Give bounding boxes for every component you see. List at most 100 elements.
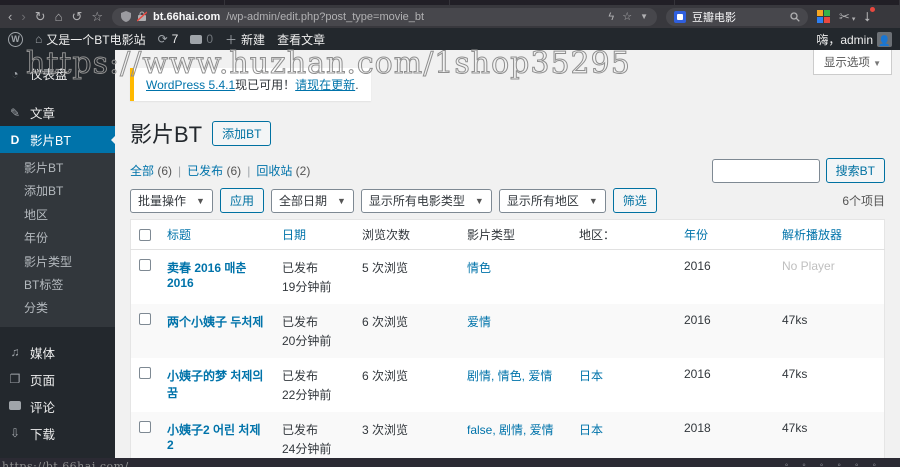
row-checkbox[interactable] <box>139 421 151 433</box>
filter-button[interactable]: 筛选 <box>612 188 657 213</box>
movie-types-links[interactable]: 情色 <box>467 261 491 275</box>
douban-favicon <box>674 10 687 23</box>
screenshot-scissors-icon[interactable]: ✂ ▾ <box>839 10 855 23</box>
sidebar-item-pages[interactable]: ❐ 页面 <box>0 366 115 393</box>
tab-fragment[interactable] <box>675 0 900 5</box>
sidebar-label: 文章 <box>30 107 56 121</box>
row-checkbox[interactable] <box>139 367 151 379</box>
new-content-menu[interactable]: ＋新建 <box>225 31 265 48</box>
browser-tabstrip <box>0 0 900 5</box>
insecure-lock-icon[interactable] <box>137 11 148 22</box>
add-new-button[interactable]: 添加BT <box>212 120 272 146</box>
movie-types-links[interactable]: false, 剧情, 爱情 <box>467 423 554 437</box>
movie-types-links[interactable]: 剧情, 情色, 爱情 <box>467 369 552 383</box>
table-body: 卖春 2016 매춘 2016 已发布 19分钟前 5 次浏览 情色 2016 N… <box>130 250 885 467</box>
forward-icon[interactable]: › <box>21 10 25 23</box>
column-header[interactable]: 日期 <box>274 219 354 250</box>
column-header[interactable]: 年份 <box>676 219 774 250</box>
back-icon[interactable]: ‹ <box>8 10 12 23</box>
post-title-link[interactable]: 卖春 2016 매춘 2016 <box>167 261 246 290</box>
row-checkbox[interactable] <box>139 259 151 271</box>
my-account-menu[interactable]: 嗨，admin <box>816 31 892 48</box>
sidebar-item-movie-bt[interactable]: D 影片BT <box>0 126 115 153</box>
year-cell: 2016 <box>684 259 711 273</box>
submenu-item[interactable]: BT标签 <box>0 274 115 297</box>
tracking-shield-icon[interactable] <box>121 11 132 22</box>
sidebar-item-media[interactable]: ♫ 媒体 <box>0 339 115 366</box>
apps-grid-icon[interactable] <box>817 10 831 23</box>
tab-fragment[interactable] <box>225 0 450 5</box>
site-name-menu[interactable]: ⌂ 又是一个BT电影站 <box>35 31 146 48</box>
home-icon[interactable]: ⌂ <box>55 10 63 23</box>
bookmark-star-icon[interactable]: ☆ <box>91 10 103 23</box>
date-filter-select[interactable]: 全部日期 ▼ <box>270 188 354 213</box>
tab-fragment[interactable] <box>450 0 675 5</box>
submenu-item[interactable]: 年份 <box>0 227 115 250</box>
region-link[interactable]: 日本 <box>579 369 603 383</box>
submenu-item[interactable]: 地区 <box>0 204 115 227</box>
region-link[interactable]: 日本 <box>579 423 603 437</box>
url-path: /wp-admin/edit.php?post_type=movie_bt <box>226 10 425 23</box>
reload-icon[interactable]: ↻ <box>35 10 46 23</box>
column-header[interactable]: 解析播放器 <box>774 219 885 250</box>
comments-menu[interactable]: 0 <box>190 32 213 46</box>
sidebar-item-dashboard[interactable]: ◔ 仪表盘 <box>0 60 115 87</box>
sidebar-label: 仪表盘 <box>30 68 68 82</box>
lightning-icon[interactable]: ϟ <box>608 11 614 23</box>
search-input[interactable] <box>711 158 820 183</box>
wp-logo-menu[interactable]: W <box>8 31 23 47</box>
submenu-item[interactable]: 分类 <box>0 297 115 320</box>
url-bar[interactable]: bt.66hai.com/wp-admin/edit.php?post_type… <box>112 7 658 26</box>
post-time: 24分钟前 <box>282 442 332 456</box>
screen-options-button[interactable]: 显示选项 ▼ <box>812 50 892 75</box>
update-now-link[interactable]: 请现在更新 <box>295 78 355 92</box>
type-filter-select[interactable]: 显示所有电影类型 ▼ <box>360 188 492 213</box>
restore-session-icon[interactable]: ↺ <box>71 10 82 23</box>
star-icon[interactable]: ☆ <box>622 10 632 23</box>
view-filter-link[interactable]: 全部 (6) <box>130 162 172 179</box>
search-icon[interactable] <box>790 11 800 22</box>
sidebar-item-posts[interactable]: ✎ 文章 <box>0 99 115 126</box>
sidebar-item-downloads[interactable]: ⇩ 下载 <box>0 420 115 447</box>
submenu-item[interactable]: 添加BT <box>0 180 115 203</box>
column-header: 地区： <box>571 219 676 250</box>
column-header[interactable]: 标题 <box>159 219 274 250</box>
admin-content: 显示选项 ▼ WordPress 5.4.1现已可用！请现在更新. 影片BT 添… <box>115 50 900 467</box>
region-filter-select[interactable]: 显示所有地区 ▼ <box>498 188 606 213</box>
url-domain: bt.66hai.com <box>153 10 221 23</box>
chevron-down-icon[interactable]: ▼ <box>640 12 648 21</box>
submenu-item[interactable]: 影片类型 <box>0 251 115 274</box>
movie-types-links[interactable]: 爱情 <box>467 315 491 329</box>
home-icon: ⌂ <box>35 32 43 46</box>
site-name: 又是一个BT电影站 <box>46 32 146 47</box>
view-filters: 全部 (6)已发布 (6)回收站 (2) <box>130 162 310 179</box>
row-checkbox[interactable] <box>139 313 151 325</box>
download-alert-dot <box>869 7 875 12</box>
screen-options-label: 显示选项 <box>823 57 870 69</box>
media-icon: ♫ <box>10 345 20 360</box>
post-title-link[interactable]: 两个小姨子 두처제 <box>167 315 263 329</box>
browser-search-box[interactable]: 豆瓣电影 <box>666 7 809 26</box>
post-title-link[interactable]: 小姨子2 어린 처제 2 <box>167 423 261 452</box>
view-filter-link[interactable]: 回收站 (2) <box>241 162 310 179</box>
search-button[interactable]: 搜索BT <box>825 158 885 183</box>
wordpress-version-link[interactable]: WordPress 5.4.1 <box>146 78 235 92</box>
view-filter-link[interactable]: 已发布 (6) <box>172 162 241 179</box>
items-count: 6个项目 <box>842 194 885 208</box>
submenu-item[interactable]: 影片BT <box>0 157 115 180</box>
column-header: 影片类型 <box>459 219 571 250</box>
post-title-link[interactable]: 小姨子的梦 처제의 꿈 <box>167 369 263 400</box>
updates-menu[interactable]: ⟳ 7 <box>158 32 179 46</box>
admin-sidebar: ◔ 仪表盘 ✎ 文章 D 影片BT 影片BT 添加BT 地区 年份 影片类型 BT标签 分类 ♫ 媒… <box>0 50 115 467</box>
browser-toolbar: ‹ › ↻ ⌂ ↺ ☆ bt.66hai.com/wp-admin/edit.p… <box>0 5 900 28</box>
select-all-checkbox[interactable] <box>139 228 151 241</box>
comments-count: 0 <box>206 32 214 46</box>
apply-button[interactable]: 应用 <box>219 188 264 213</box>
page-title: 影片BT <box>130 122 203 147</box>
bulk-actions-select[interactable]: 批量操作 ▼ <box>130 188 213 213</box>
sidebar-item-comments[interactable]: 评论 <box>0 393 115 420</box>
view-posts-menu[interactable]: 查看文章 <box>277 31 325 48</box>
tab-fragment[interactable] <box>0 0 225 5</box>
downloads-icon[interactable]: ⭣ <box>864 7 875 23</box>
sidebar-label: 下载 <box>30 427 56 442</box>
